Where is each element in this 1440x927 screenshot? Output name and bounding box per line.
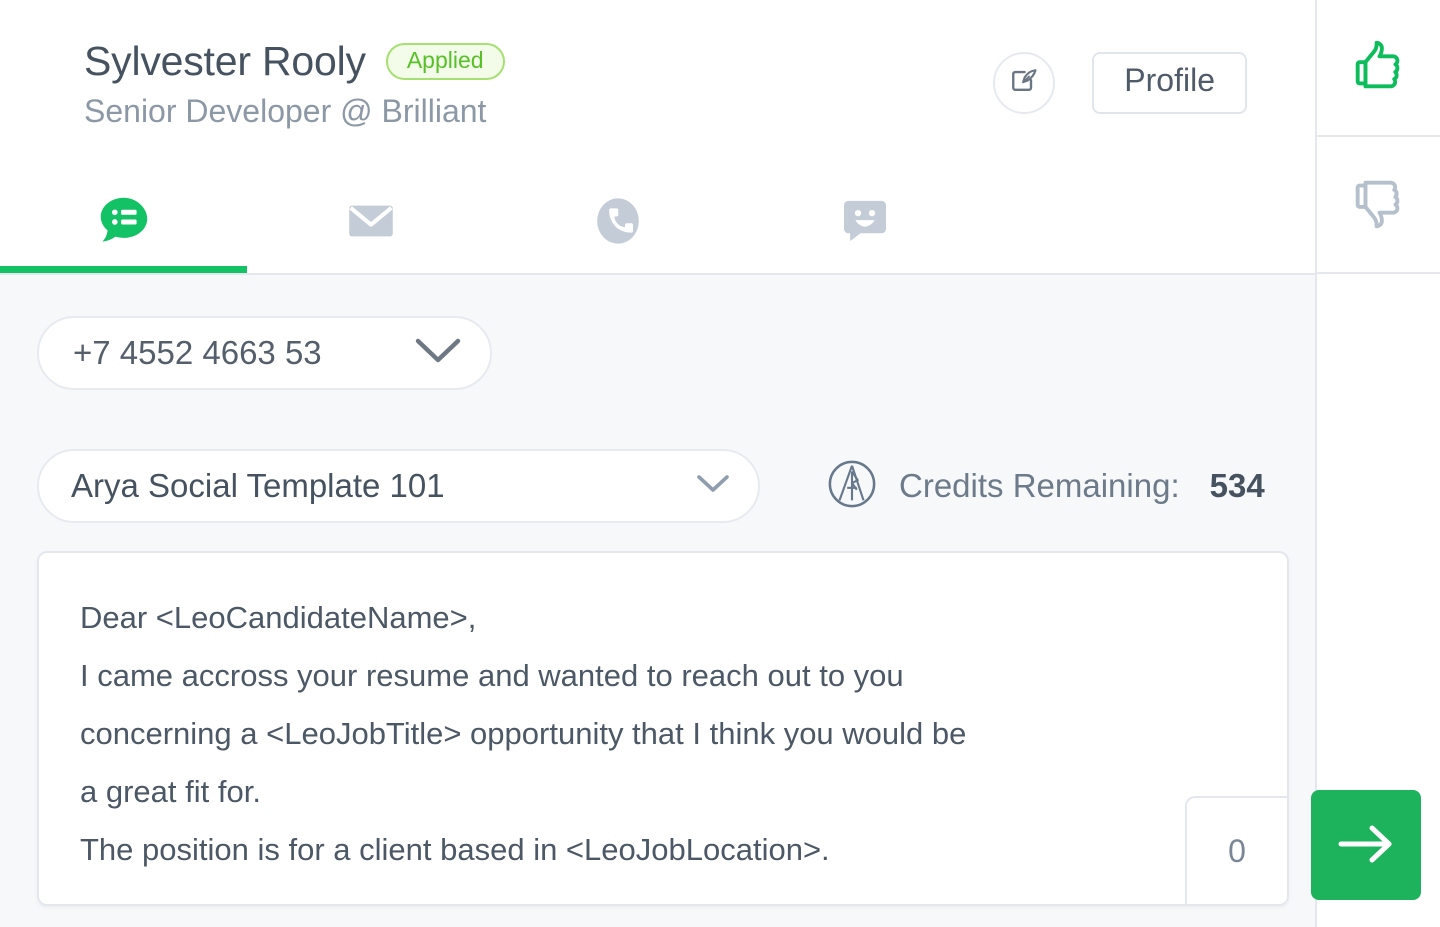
message-composer: Dear <LeoCandidateName>, I came accross … (37, 551, 1289, 906)
activity-bubble-icon (93, 190, 155, 255)
candidate-messaging-panel: Sylvester Rooly Applied Senior Developer… (0, 0, 1440, 927)
message-textarea[interactable]: Dear <LeoCandidateName>, I came accross … (39, 553, 1287, 904)
chat-smiley-icon (837, 192, 893, 253)
candidate-subtitle: Senior Developer @ Brilliant (84, 93, 487, 129)
chevron-down-icon (696, 473, 730, 500)
tab-email[interactable] (247, 171, 494, 273)
character-counter: 0 (1185, 796, 1287, 904)
main-column: Sylvester Rooly Applied Senior Developer… (0, 0, 1315, 927)
feedback-rail (1315, 0, 1440, 927)
template-value: Arya Social Template 101 (71, 467, 445, 504)
compose-note-icon (1009, 67, 1039, 100)
template-select[interactable]: Arya Social Template 101 (37, 449, 760, 523)
envelope-icon (342, 192, 400, 253)
header-actions: Profile (993, 52, 1247, 114)
arrow-right-icon (1335, 821, 1397, 870)
thumbs-down-icon (1348, 172, 1410, 237)
tab-underline (741, 266, 988, 273)
candidate-name-row: Sylvester Rooly Applied (84, 38, 505, 85)
send-button[interactable] (1311, 790, 1421, 900)
chevron-down-icon (414, 336, 462, 371)
profile-button[interactable]: Profile (1092, 52, 1247, 114)
tab-chat[interactable] (741, 171, 988, 273)
thumbs-up-button[interactable] (1317, 0, 1440, 137)
phone-number-select[interactable]: +7 4552 4663 53 (37, 316, 492, 390)
tab-bar (0, 171, 988, 273)
thumbs-down-button[interactable] (1317, 137, 1440, 274)
thumbs-up-icon (1348, 35, 1410, 100)
phone-circle-icon (589, 192, 647, 253)
tab-underline (494, 266, 741, 273)
content-area: +7 4552 4663 53 Arya Social Template 101 (0, 275, 1315, 927)
candidate-identity: Sylvester Rooly Applied Senior Developer… (84, 38, 505, 130)
template-row: Arya Social Template 101 Credits Remaini… (37, 449, 1315, 523)
tab-underline (247, 266, 494, 273)
status-badge: Applied (385, 43, 505, 80)
tab-active-underline (0, 266, 247, 273)
credits-count: 534 (1209, 467, 1265, 504)
compose-note-button[interactable] (993, 52, 1056, 114)
phone-number-value: +7 4552 4663 53 (73, 334, 322, 371)
arya-logo-icon (827, 459, 877, 514)
credits-remaining: Credits Remaining: 534 (827, 459, 1265, 514)
candidate-header: Sylvester Rooly Applied Senior Developer… (0, 0, 1315, 275)
tab-call[interactable] (494, 171, 741, 273)
credits-label: Credits Remaining: (899, 467, 1180, 504)
candidate-name: Sylvester Rooly (84, 38, 366, 84)
tab-activity[interactable] (0, 171, 247, 273)
